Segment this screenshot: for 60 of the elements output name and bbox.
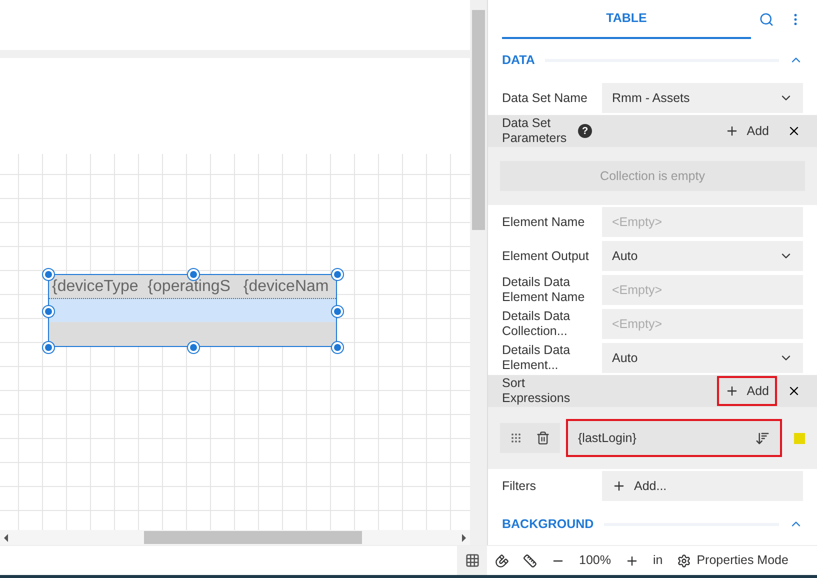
section-title: DATA — [502, 52, 535, 69]
help-icon[interactable]: ? — [578, 124, 592, 138]
zoom-in-icon[interactable] — [624, 554, 639, 568]
zoom-level: 100% — [579, 552, 611, 570]
horizontal-scrollbar[interactable] — [0, 530, 470, 545]
drag-handle-icon[interactable] — [510, 432, 522, 444]
table-header-cell[interactable]: {deviceNam — [240, 275, 336, 298]
text-field[interactable]: <Empty> — [602, 309, 803, 339]
scroll-right-icon[interactable] — [462, 534, 466, 542]
panel-tab[interactable]: TABLE — [502, 0, 751, 38]
property-label: Element Output — [502, 248, 590, 264]
select-field[interactable]: Auto — [602, 241, 803, 271]
resize-handle[interactable] — [332, 342, 343, 353]
ruler-icon[interactable] — [523, 554, 537, 568]
property-label: Element Name — [502, 214, 586, 230]
table-header-cell[interactable]: {operatingS — [144, 275, 240, 298]
text-field[interactable]: <Empty> — [602, 207, 803, 237]
scrollbar-thumb[interactable] — [472, 10, 485, 230]
close-icon[interactable] — [787, 124, 801, 138]
property-label: Details Data Element Name — [502, 275, 586, 305]
scrollbar-thumb[interactable] — [144, 531, 362, 544]
resize-handle[interactable] — [188, 269, 198, 280]
scroll-left-icon[interactable] — [4, 534, 8, 542]
property-label: Details Data Collection... — [502, 309, 572, 339]
table-header-cell[interactable]: {deviceType — [49, 275, 145, 298]
resize-handle[interactable] — [332, 306, 343, 316]
property-label: Data Set Name — [502, 90, 588, 106]
property-label: Sort Expressions — [502, 376, 572, 406]
close-icon[interactable] — [787, 384, 801, 398]
plus-icon — [724, 384, 739, 398]
plus-icon — [612, 479, 626, 493]
add-button[interactable]: Add... — [602, 471, 803, 501]
text-field[interactable]: <Empty> — [602, 275, 803, 305]
select-field[interactable]: Rmm - Assets — [602, 83, 803, 113]
property-label: Details Data Element... — [502, 343, 572, 373]
property-label: Data Set Parameters — [502, 116, 568, 146]
sort-expression-field[interactable]: {lastLogin} — [566, 419, 782, 457]
empty-collection-message: Collection is empty — [500, 161, 805, 191]
resize-handle[interactable] — [332, 269, 343, 280]
resize-handle[interactable] — [43, 342, 54, 353]
resize-handle[interactable] — [43, 306, 54, 316]
table-element[interactable]: {deviceType {operatingS {deviceNam — [48, 274, 337, 347]
resize-handle[interactable] — [43, 269, 54, 280]
add-button[interactable]: Add — [716, 376, 777, 406]
properties-mode-button[interactable]: Properties Mode — [676, 551, 788, 570]
unit-label[interactable]: in — [652, 551, 663, 570]
search-icon[interactable] — [759, 12, 774, 27]
select-field[interactable]: Auto — [602, 343, 803, 373]
add-button[interactable]: Add — [716, 116, 777, 146]
resize-handle[interactable] — [188, 342, 198, 353]
gear-icon — [676, 554, 691, 568]
trash-icon[interactable] — [536, 431, 550, 445]
magnet-icon[interactable] — [495, 554, 509, 568]
property-label: Filters — [502, 478, 538, 494]
grid-icon[interactable] — [464, 553, 480, 568]
vertical-scrollbar[interactable] — [470, 0, 487, 545]
color-swatch[interactable] — [794, 432, 805, 444]
section-title: BACKGROUND — [502, 516, 594, 533]
sort-order-icon[interactable] — [755, 430, 770, 446]
plus-icon — [724, 124, 739, 138]
